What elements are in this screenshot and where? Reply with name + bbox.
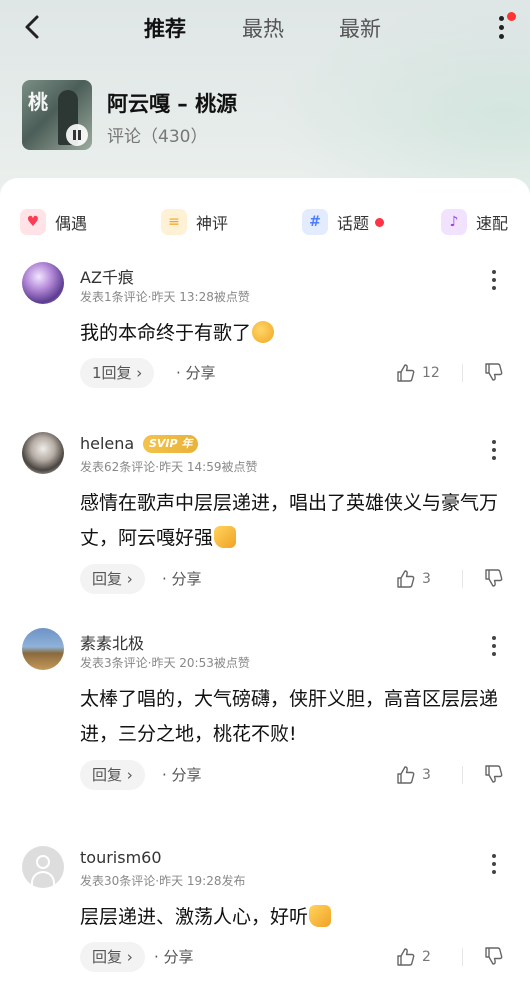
reply-button[interactable]: 回复 ›	[80, 942, 145, 972]
thumbs-down-icon	[485, 363, 503, 381]
comment-more-button[interactable]	[488, 852, 500, 876]
tab-recommended[interactable]: 推荐	[144, 13, 186, 43]
comment-meta: 发表30条评论·昨天 19:28发布	[80, 874, 246, 888]
divider	[462, 766, 463, 784]
hash-icon: #	[302, 209, 328, 235]
avatar[interactable]	[22, 262, 64, 304]
thumbs-up-icon	[397, 570, 415, 588]
dislike-button[interactable]	[484, 568, 506, 590]
thumbs-up-icon	[397, 364, 415, 382]
category-label: 神评	[196, 214, 229, 233]
heart-icon: ♥	[20, 209, 46, 235]
comment-meta: 发表1条评论·昨天 13:28被点赞	[80, 290, 250, 304]
category-label: 速配	[476, 214, 509, 233]
cover-title-art: 桃	[28, 90, 48, 114]
comment-text: 感情在歌声中层层递进，唱出了英雄侠义与豪气万丈，阿云嘎好强	[80, 486, 510, 556]
album-cover[interactable]: 桃	[22, 80, 92, 150]
like-button[interactable]: 3	[396, 764, 431, 786]
reply-button[interactable]: 回复 ›	[80, 760, 145, 790]
tab-newest[interactable]: 最新	[339, 13, 381, 43]
like-button[interactable]: 3	[396, 568, 431, 590]
song-title: 阿云嘎 – 桃源	[107, 92, 238, 116]
comment-actions: 回复 › · 分享 2	[80, 942, 510, 972]
thumbs-down-icon	[485, 569, 503, 587]
comment-more-button[interactable]	[488, 438, 500, 462]
share-button[interactable]: · 分享	[176, 358, 216, 388]
thumbs-up-icon	[397, 766, 415, 784]
comment-body: 我的本命终于有歌了	[80, 322, 252, 344]
avatar[interactable]	[22, 432, 64, 474]
top-navigation: 推荐 最热 最新	[0, 0, 530, 56]
svip-badge: SVIP 年	[143, 435, 199, 453]
category-topics[interactable]: # 话题	[302, 208, 385, 236]
dislike-button[interactable]	[484, 946, 506, 968]
divider	[462, 948, 463, 966]
comment-actions: 1回复 › · 分享 12	[80, 358, 510, 388]
username[interactable]: helena	[80, 434, 134, 453]
divider	[462, 364, 463, 382]
reply-button[interactable]: 1回复 ›	[80, 358, 155, 388]
thumbs-down-icon	[485, 765, 503, 783]
notification-dot	[507, 12, 516, 21]
comment-text: 我的本命终于有歌了	[80, 316, 510, 351]
like-count: 2	[422, 949, 431, 965]
more-options-button[interactable]	[494, 12, 516, 40]
thumbs-up-emoji	[214, 526, 237, 548]
divider	[462, 570, 463, 588]
comment-more-button[interactable]	[488, 634, 500, 658]
like-button[interactable]: 12	[396, 362, 440, 384]
dislike-button[interactable]	[484, 764, 506, 786]
username[interactable]: AZ千痕	[80, 264, 134, 288]
pause-icon[interactable]	[66, 124, 88, 146]
comments-panel: ♥ 偶遇 ≡ 神评 # 话题 ♪ 速配 AZ千痕 发表1条评论·昨天 13:28…	[0, 178, 530, 993]
like-count: 3	[422, 767, 431, 783]
comment-body: 感情在歌声中层层递进，唱出了英雄侠义与豪气万丈，阿云嘎好强	[80, 492, 499, 549]
dislike-button[interactable]	[484, 362, 506, 384]
comment-actions: 回复 › · 分享 3	[80, 760, 510, 790]
like-count: 3	[422, 571, 431, 587]
tab-hottest[interactable]: 最热	[242, 13, 284, 43]
comment-actions: 回复 › · 分享 3	[80, 564, 510, 594]
comment-body: 层层递进、激荡人心，好听	[80, 906, 309, 928]
thumbs-up-icon	[397, 948, 415, 966]
comment-more-button[interactable]	[488, 268, 500, 292]
avatar[interactable]	[22, 628, 64, 670]
quote-icon: ≡	[161, 209, 187, 235]
category-label: 偶遇	[55, 214, 88, 233]
back-button[interactable]	[18, 12, 48, 42]
avatar-placeholder[interactable]	[22, 846, 64, 888]
like-count: 12	[422, 365, 440, 381]
thumbs-up-emoji	[309, 905, 332, 927]
share-button[interactable]: · 分享	[154, 942, 194, 972]
thumbs-down-icon	[485, 947, 503, 965]
share-button[interactable]: · 分享	[162, 760, 202, 790]
comment-meta: 发表62条评论·昨天 14:59被点赞	[80, 460, 258, 474]
category-god-comments[interactable]: ≡ 神评	[161, 208, 228, 236]
category-encounter[interactable]: ♥ 偶遇	[20, 208, 87, 236]
comment-text: 太棒了唱的，大气磅礴，侠肝义胆，高音区层层递进，三分之地，桃花不败!	[80, 688, 499, 745]
new-dot	[375, 217, 385, 227]
username[interactable]: 素素北极	[80, 630, 144, 654]
category-match[interactable]: ♪ 速配	[441, 208, 508, 236]
user-placeholder-icon	[36, 855, 50, 869]
reply-button[interactable]: 回复 ›	[80, 564, 145, 594]
like-button[interactable]: 2	[396, 946, 431, 968]
chevron-left-icon	[25, 15, 39, 39]
comment-count: 评论（430）	[107, 127, 208, 147]
comment-text: 层层递进、激荡人心，好听	[80, 900, 510, 935]
share-button[interactable]: · 分享	[162, 564, 202, 594]
kiss-emoji	[252, 321, 275, 343]
category-label: 话题	[337, 214, 370, 233]
music-note-icon: ♪	[441, 209, 467, 235]
username[interactable]: tourism60	[80, 848, 162, 867]
comment-meta: 发表3条评论·昨天 20:53被点赞	[80, 656, 250, 670]
